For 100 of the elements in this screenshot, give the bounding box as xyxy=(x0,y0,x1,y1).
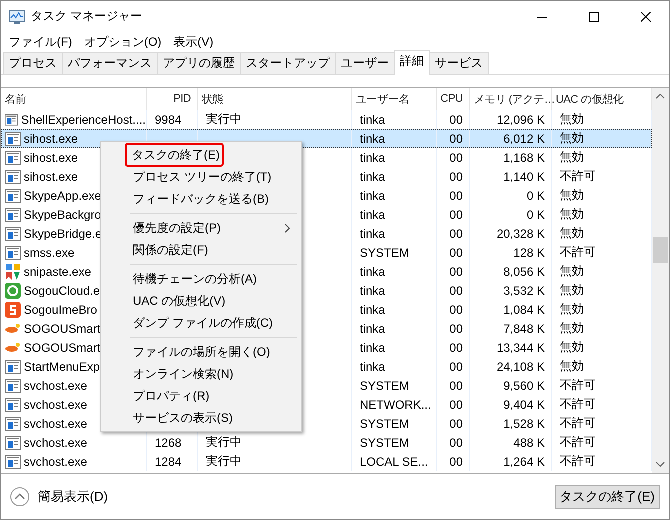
table-cell: tinka xyxy=(360,170,386,184)
process-name: SogouImeBro xyxy=(24,302,98,316)
table-cell: 00 xyxy=(450,398,463,412)
column-header[interactable]: メモリ (アクテ… xyxy=(470,88,552,110)
process-name: SkypeApp.exe xyxy=(24,188,102,202)
end-task-button[interactable]: タスクの終了(E) xyxy=(554,484,660,508)
table-cell: 9,560 K xyxy=(504,378,545,392)
column-header[interactable]: 状態 xyxy=(198,88,352,110)
table-cell: SYSTEM xyxy=(360,436,410,450)
maximize-icon[interactable] xyxy=(589,12,599,22)
window-icon xyxy=(5,132,21,146)
table-cell: 1,140 K xyxy=(504,170,545,184)
window-icon xyxy=(5,398,21,412)
table-cell: 無効 xyxy=(560,111,584,128)
window-icon xyxy=(5,378,21,392)
menu-item[interactable]: オンライン検索(N) xyxy=(130,363,293,385)
process-name: snipaste.exe xyxy=(24,264,92,278)
table-cell: 00 xyxy=(450,188,463,202)
fewer-details-link[interactable]: 簡易表示(D) xyxy=(38,488,108,506)
tab[interactable]: サービス xyxy=(429,52,489,74)
table-cell: 不許可 xyxy=(560,453,596,470)
column-header[interactable]: CPU xyxy=(437,88,470,110)
scroll-up-icon[interactable] xyxy=(656,94,665,99)
table-cell: 00 xyxy=(450,436,463,450)
process-name: sihost.exe xyxy=(24,150,78,164)
window-icon xyxy=(5,436,21,450)
table-cell: 00 xyxy=(450,226,463,240)
table-cell: 1,528 K xyxy=(504,416,545,430)
task-manager-icon xyxy=(9,10,25,24)
tab[interactable]: アプリの履歴 xyxy=(157,52,241,74)
table-cell: 9,404 K xyxy=(504,398,545,412)
table-cell: 不許可 xyxy=(560,244,596,261)
table-cell: SYSTEM xyxy=(360,246,410,260)
table-cell: 7,848 K xyxy=(504,322,545,336)
scrollbar-thumb[interactable] xyxy=(653,237,668,263)
table-cell: 8,056 K xyxy=(504,264,545,278)
table-cell: 不許可 xyxy=(560,168,596,185)
table-cell: 不許可 xyxy=(560,434,596,451)
window-icon xyxy=(5,170,21,184)
table-cell: tinka xyxy=(360,112,386,126)
menu-item[interactable]: UAC の仮想化(V) xyxy=(130,290,293,312)
table-cell: 無効 xyxy=(560,339,584,356)
table-cell: SYSTEM xyxy=(360,416,410,430)
tab[interactable]: 詳細 xyxy=(394,50,430,75)
menu-item[interactable]: 関係の設定(F) xyxy=(130,239,293,261)
table-cell: 00 xyxy=(450,322,463,336)
menu-item[interactable]: タスクの終了(E) xyxy=(126,144,223,166)
table-cell: 6,012 K xyxy=(504,132,545,146)
menu-item[interactable]: 表示(V) xyxy=(168,34,220,50)
tab[interactable]: ユーザー xyxy=(335,52,395,74)
collapse-icon[interactable] xyxy=(10,486,30,506)
window-title: タスク マネージャー xyxy=(31,8,144,25)
process-name: svchost.exe xyxy=(24,378,88,392)
menu-item[interactable]: ファイルの場所を開く(O) xyxy=(130,341,293,363)
tab[interactable]: パフォーマンス xyxy=(62,52,158,74)
table-cell: tinka xyxy=(360,360,386,374)
table-cell: 無効 xyxy=(560,320,584,337)
table-cell: 00 xyxy=(450,284,463,298)
tab[interactable]: スタートアップ xyxy=(240,52,336,74)
table-cell: 不許可 xyxy=(560,377,596,394)
menu-item[interactable]: 優先度の設定(P) xyxy=(130,217,293,239)
menu-item[interactable]: プロセス ツリーの終了(T) xyxy=(130,166,293,188)
menu-item[interactable]: サービスの表示(S) xyxy=(130,407,293,429)
table-cell: 1284 xyxy=(155,454,182,468)
menu-item[interactable]: ダンプ ファイルの作成(C) xyxy=(130,312,293,334)
window-icon xyxy=(5,188,21,202)
column-header[interactable]: ユーザー名 xyxy=(352,88,437,110)
fish-icon xyxy=(5,342,21,354)
menu-item[interactable]: ファイル(F) xyxy=(3,34,78,50)
window-icon xyxy=(5,454,21,468)
menu-item[interactable]: プロパティ(R) xyxy=(130,385,293,407)
window-icon xyxy=(5,416,21,430)
window-icon xyxy=(5,150,21,164)
table-cell: 00 xyxy=(450,208,463,222)
table-cell: 無効 xyxy=(560,206,584,223)
menu-item[interactable]: オプション(O) xyxy=(78,34,168,50)
close-icon[interactable] xyxy=(641,12,651,22)
table-cell: 00 xyxy=(450,132,463,146)
scroll-down-icon[interactable] xyxy=(656,462,665,467)
table-cell: tinka xyxy=(360,226,386,240)
table-cell: 無効 xyxy=(560,282,584,299)
process-name: StartMenuExp xyxy=(24,360,100,374)
table-cell: 12,096 K xyxy=(496,112,545,126)
table-cell: 13,344 K xyxy=(496,340,545,354)
menu-item[interactable]: 待機チェーンの分析(A) xyxy=(130,268,293,290)
tab[interactable]: プロセス xyxy=(3,52,63,74)
process-name: svchost.exe xyxy=(24,436,88,450)
menu-item[interactable]: フィードバックを送る(B) xyxy=(130,188,293,210)
process-name: SOGOUSmart xyxy=(24,340,101,354)
table-cell: tinka xyxy=(360,132,386,146)
table-cell: 00 xyxy=(450,302,463,316)
column-header[interactable]: PID xyxy=(147,88,198,110)
process-name: svchost.exe xyxy=(24,416,88,430)
table-cell: 9984 xyxy=(155,112,182,126)
process-name: ShellExperienceHost.... xyxy=(21,112,146,126)
window-icon xyxy=(5,246,21,260)
process-name: svchost.exe xyxy=(24,454,88,468)
table-cell: 00 xyxy=(450,360,463,374)
table-cell: 3,532 K xyxy=(504,284,545,298)
column-header[interactable]: 名前 xyxy=(1,88,147,110)
